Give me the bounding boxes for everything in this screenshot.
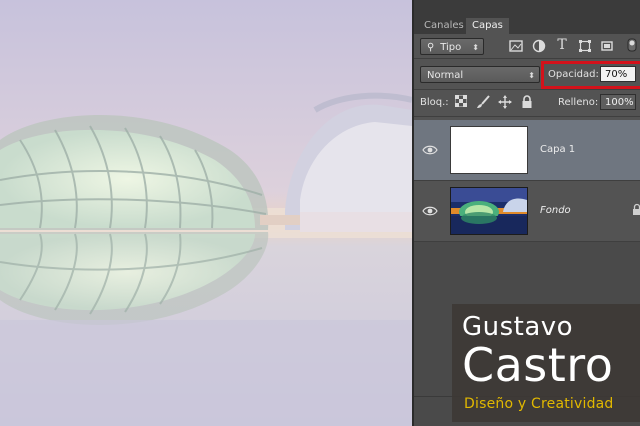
filter-toggle-icon[interactable] xyxy=(624,38,638,52)
adjustment-filter-icon[interactable] xyxy=(532,39,546,53)
layer-thumbnail-white xyxy=(450,126,528,174)
shape-filter-icon[interactable] xyxy=(578,39,592,53)
layer-thumbnail-photo xyxy=(450,187,528,235)
tab-capas[interactable]: Capas xyxy=(466,18,509,34)
blend-mode-select[interactable]: Normal ⬍ xyxy=(420,66,540,83)
panel-tabs: Canales Capas xyxy=(414,0,640,34)
search-icon: ⚲ xyxy=(427,42,435,53)
divider xyxy=(414,58,640,59)
tab-canales[interactable]: Canales xyxy=(418,18,470,34)
lock-all-icon[interactable] xyxy=(520,95,534,109)
lock-move-icon[interactable] xyxy=(498,95,512,109)
layer-row-fondo[interactable]: Fondo xyxy=(414,181,640,241)
eye-icon[interactable] xyxy=(422,142,438,158)
filter-kind-select[interactable]: ⚲ Tipo ⬍ xyxy=(420,38,484,55)
logo-line2: Castro xyxy=(462,338,614,392)
lock-transparency-icon[interactable] xyxy=(454,94,468,109)
smart-object-filter-icon[interactable] xyxy=(600,39,614,53)
lock-label: Bloq.: xyxy=(420,97,449,108)
city-of-arts-photo xyxy=(0,0,412,426)
eye-icon[interactable] xyxy=(422,203,438,219)
fill-label: Relleno: xyxy=(558,97,599,108)
lock-icon xyxy=(632,203,640,217)
layer-name[interactable]: Fondo xyxy=(540,205,571,216)
image-filter-icon[interactable] xyxy=(509,39,523,53)
fill-input[interactable]: 100% xyxy=(600,94,636,110)
lock-brush-icon[interactable] xyxy=(476,95,490,109)
opacity-highlight-box xyxy=(541,61,640,89)
type-filter-icon[interactable]: T xyxy=(555,38,569,52)
divider xyxy=(414,89,640,90)
logo-tagline: Diseño y Creatividad xyxy=(464,396,614,412)
filter-kind-label: Tipo xyxy=(440,42,462,53)
chevron-updown-icon: ⬍ xyxy=(528,71,535,80)
chevron-updown-icon: ⬍ xyxy=(472,43,479,52)
blend-mode-value: Normal xyxy=(427,70,464,81)
watermark-logo: Gustavo Castro Diseño y Creatividad xyxy=(452,304,640,422)
layer-row-capa-1[interactable]: Capa 1 xyxy=(414,120,640,180)
layer-name[interactable]: Capa 1 xyxy=(540,144,575,155)
canvas-photo xyxy=(0,0,412,426)
divider xyxy=(414,116,640,117)
